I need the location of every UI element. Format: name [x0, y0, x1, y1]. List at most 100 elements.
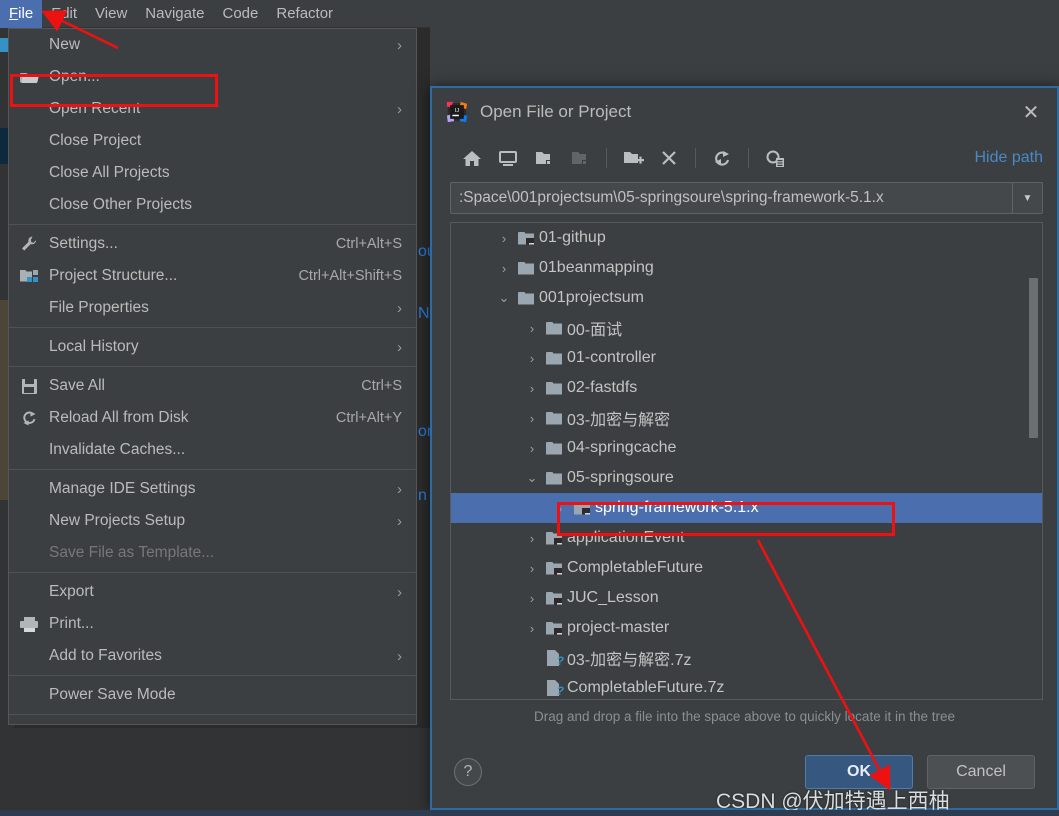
- tree-row[interactable]: › 03-加密与解密: [451, 403, 1042, 433]
- folder-module-icon: [515, 231, 537, 245]
- chevron-right-icon[interactable]: ›: [521, 561, 543, 576]
- menubar-item-edit[interactable]: Edit: [42, 0, 86, 28]
- folder-module-icon: [571, 501, 593, 515]
- menu-item-project-structure[interactable]: Project Structure... Ctrl+Alt+Shift+S: [9, 260, 416, 292]
- chevron-right-icon[interactable]: ›: [521, 441, 543, 456]
- menu-item-save-all[interactable]: Save All Ctrl+S: [9, 370, 416, 402]
- print-icon: [19, 614, 39, 634]
- tree-row[interactable]: › 04-springcache: [451, 433, 1042, 463]
- menu-item-label: Manage IDE Settings: [49, 480, 196, 497]
- menu-separator: [9, 714, 416, 715]
- tree-row[interactable]: › applicationEvent: [451, 523, 1042, 553]
- tree-row[interactable]: › 01-githup: [451, 223, 1042, 253]
- chevron-right-icon[interactable]: ›: [521, 411, 543, 426]
- menu-item-label: Settings...: [49, 235, 118, 252]
- hide-path-link[interactable]: Hide path: [975, 149, 1044, 167]
- desktop-icon[interactable]: [492, 143, 524, 173]
- tree-row[interactable]: › spring-framework-5.1.x: [451, 493, 1042, 523]
- cancel-button[interactable]: Cancel: [927, 755, 1035, 789]
- menu-item-reload-all-from-disk[interactable]: Reload All from Disk Ctrl+Alt+Y: [9, 402, 416, 434]
- menubar-item-refactor[interactable]: Refactor: [267, 0, 342, 28]
- tree-row[interactable]: › 01beanmapping: [451, 253, 1042, 283]
- chevron-right-icon[interactable]: ›: [549, 501, 571, 516]
- folder-icon: [543, 381, 565, 395]
- new-folder-icon[interactable]: [617, 143, 649, 173]
- chevron-right-icon: ›: [397, 647, 402, 665]
- chevron-right-icon[interactable]: ›: [521, 591, 543, 606]
- tree-row[interactable]: ? CompletableFuture.7z: [451, 673, 1042, 699]
- menu-item-settings[interactable]: Settings... Ctrl+Alt+S: [9, 228, 416, 260]
- menubar-item-view[interactable]: View: [86, 0, 136, 28]
- help-icon[interactable]: ?: [454, 758, 482, 786]
- menu-item-exit[interactable]: Exit: [9, 718, 416, 724]
- menu-item-open[interactable]: Open...: [9, 61, 416, 93]
- open-file-or-project-dialog[interactable]: IJ Open File or Project ✕ Hide path:Spa…: [430, 86, 1059, 810]
- menu-item-label: New: [49, 36, 81, 53]
- file-tree[interactable]: › 01-githup › 01beanmapping ⌄ 001projectsum › 0…: [450, 222, 1043, 700]
- menu-item-close-all-projects[interactable]: Close All Projects: [9, 157, 416, 189]
- file-menu-popup[interactable]: New › Open... Open Recent › Close Project Clos…: [8, 28, 417, 725]
- tree-row[interactable]: › JUC_Lesson: [451, 583, 1042, 613]
- chevron-right-icon[interactable]: ›: [493, 261, 515, 276]
- tree-row[interactable]: › CompletableFuture: [451, 553, 1042, 583]
- svg-text:IJ: IJ: [455, 108, 460, 114]
- refresh-icon[interactable]: [706, 143, 738, 173]
- chevron-down-icon[interactable]: ⌄: [493, 290, 515, 306]
- menubar-item-navigate[interactable]: Navigate: [136, 0, 213, 28]
- dialog-toolbar: Hide path: [432, 136, 1057, 180]
- home-icon[interactable]: [456, 143, 488, 173]
- path-field[interactable]: :Space\001projectsum\05-springsoure\spri…: [450, 182, 1043, 214]
- menu-item-local-history[interactable]: Local History ›: [9, 331, 416, 363]
- close-icon[interactable]: ✕: [1017, 98, 1045, 126]
- chevron-down-icon[interactable]: ⌄: [521, 470, 543, 486]
- menu-item-label: Save File as Template...: [49, 544, 215, 561]
- menubar-item-label: View: [95, 5, 128, 22]
- tree-row-label: 04-springcache: [567, 439, 677, 456]
- menubar-item-code[interactable]: Code: [214, 0, 268, 28]
- chevron-right-icon[interactable]: ›: [493, 231, 515, 246]
- tree-row[interactable]: › 00-面试: [451, 313, 1042, 343]
- path-input[interactable]: :Space\001projectsum\05-springsoure\spri…: [451, 183, 1012, 213]
- chevron-down-icon[interactable]: ▼: [1012, 183, 1042, 213]
- tree-row[interactable]: ⌄ 001projectsum: [451, 283, 1042, 313]
- chevron-right-icon[interactable]: ›: [521, 321, 543, 336]
- tree-row[interactable]: › project-master: [451, 613, 1042, 643]
- menu-item-new[interactable]: New ›: [9, 29, 416, 61]
- screen-bottom-edge: [0, 810, 1059, 816]
- tree-row-label: 05-springsoure: [567, 469, 674, 486]
- tree-row[interactable]: › 02-fastdfs: [451, 373, 1042, 403]
- ok-button[interactable]: OK: [805, 755, 913, 789]
- chevron-right-icon: ›: [397, 512, 402, 530]
- menu-separator: [9, 572, 416, 573]
- menubar-item-file[interactable]: File: [0, 0, 43, 28]
- chevron-right-icon[interactable]: ›: [521, 381, 543, 396]
- menu-item-manage-ide-settings[interactable]: Manage IDE Settings ›: [9, 473, 416, 505]
- file-unknown-icon: ?: [543, 680, 565, 697]
- menu-item-close-project[interactable]: Close Project: [9, 125, 416, 157]
- menu-item-invalidate-caches[interactable]: Invalidate Caches...: [9, 434, 416, 466]
- tree-scrollbar[interactable]: [1029, 223, 1040, 699]
- tree-scrollbar-thumb[interactable]: [1029, 278, 1038, 438]
- tree-row[interactable]: ? 03-加密与解密.7z: [451, 643, 1042, 673]
- chevron-right-icon[interactable]: ›: [521, 351, 543, 366]
- menu-item-open-recent[interactable]: Open Recent ›: [9, 93, 416, 125]
- tree-row[interactable]: ⌄ 05-springsoure: [451, 463, 1042, 493]
- menu-item-power-save-mode[interactable]: Power Save Mode: [9, 679, 416, 711]
- menu-item-print[interactable]: Print...: [9, 608, 416, 640]
- ide-bottom-panel: [0, 728, 430, 816]
- chevron-right-icon[interactable]: ›: [521, 621, 543, 636]
- menu-item-close-other-projects[interactable]: Close Other Projects: [9, 189, 416, 221]
- menu-item-new-projects-setup[interactable]: New Projects Setup ›: [9, 505, 416, 537]
- show-hidden-icon[interactable]: [759, 143, 791, 173]
- project-folder-icon[interactable]: [528, 143, 560, 173]
- menu-item-label: Invalidate Caches...: [49, 441, 186, 458]
- menu-separator: [9, 327, 416, 328]
- tree-row[interactable]: › 01-controller: [451, 343, 1042, 373]
- menu-item-export[interactable]: Export ›: [9, 576, 416, 608]
- menu-item-add-to-favorites[interactable]: Add to Favorites ›: [9, 640, 416, 672]
- menu-item-file-properties[interactable]: File Properties ›: [9, 292, 416, 324]
- menu-item-label: Local History: [49, 338, 139, 355]
- delete-icon[interactable]: [653, 143, 685, 173]
- chevron-right-icon[interactable]: ›: [521, 531, 543, 546]
- menu-item-label: Reload All from Disk: [49, 409, 189, 426]
